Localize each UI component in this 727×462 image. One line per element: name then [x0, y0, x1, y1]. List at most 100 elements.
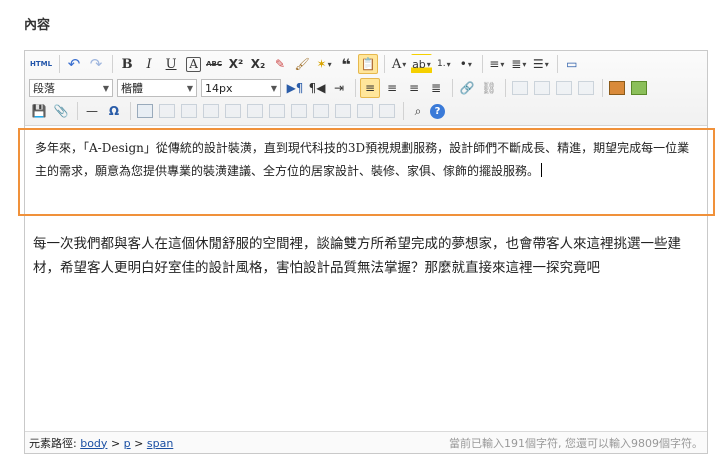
- split-cells-icon[interactable]: [333, 101, 353, 121]
- underline-button[interactable]: U: [161, 54, 181, 74]
- image-right-icon[interactable]: [554, 78, 574, 98]
- table-glyph: [379, 104, 395, 118]
- merge-cells-icon[interactable]: [267, 101, 287, 121]
- insert-image-icon[interactable]: [607, 78, 627, 98]
- insert-col-icon[interactable]: [223, 101, 243, 121]
- toolbar-separator: [481, 55, 483, 73]
- format-brush-icon[interactable]: 🖌: [292, 54, 312, 74]
- paragraph-spacing-top-icon[interactable]: ≡: [487, 54, 507, 74]
- content-paragraph-1[interactable]: 多年來，「A-Design」從傳統的設計裝潢，直到現代科技的3D預視規劃服務，設…: [35, 137, 699, 183]
- horizontal-rule-icon[interactable]: —: [82, 101, 102, 121]
- toolbar-separator: [384, 55, 386, 73]
- font-family-value: 楷體: [121, 82, 143, 95]
- split-rows-icon[interactable]: [355, 101, 375, 121]
- editor-toolbar: HTML ↶ ↷ B I U A ABC X² X₂ ✎ 🖌 ✶ ❝ 📋 A a…: [25, 51, 707, 126]
- image-center-glyph: [578, 81, 594, 95]
- toolbar-separator: [602, 79, 603, 97]
- delete-row-icon[interactable]: [201, 101, 221, 121]
- chevron-down-icon: ▼: [270, 83, 277, 93]
- paragraph-format-value: 段落: [33, 82, 55, 95]
- special-chars-button[interactable]: Ω: [104, 101, 124, 121]
- multi-image-glyph: [631, 81, 647, 95]
- italic-button[interactable]: I: [139, 54, 159, 74]
- forecolor-button[interactable]: A: [389, 54, 409, 74]
- insert-table-icon[interactable]: [135, 101, 155, 121]
- element-path-label: 元素路徑:: [29, 436, 77, 450]
- image-none-icon[interactable]: [510, 78, 530, 98]
- image-left-glyph: [534, 81, 550, 95]
- delete-table-icon[interactable]: [157, 101, 177, 121]
- content-paragraph-2[interactable]: 每一次我們都與客人在這個休閒舒服的空間裡，談論雙方所希望完成的夢想家，也會帶客人…: [33, 232, 701, 280]
- merge-down-icon[interactable]: [311, 101, 331, 121]
- path-separator: >: [134, 436, 144, 450]
- align-center-icon[interactable]: ≡: [382, 78, 402, 98]
- image-none-glyph: [512, 81, 528, 95]
- align-left-icon[interactable]: ≡: [360, 78, 380, 98]
- paste-plain-icon[interactable]: 📋: [358, 54, 379, 74]
- image-left-icon[interactable]: [532, 78, 552, 98]
- superscript-button[interactable]: X²: [226, 54, 246, 74]
- toolbar-row-3: 💾 📎 — Ω ⌕ ?: [29, 100, 447, 122]
- toolbar-separator: [112, 55, 114, 73]
- undo-icon[interactable]: ↶: [64, 54, 84, 74]
- multi-image-icon[interactable]: [629, 78, 649, 98]
- toolbar-row-2: 段落 ▼ 楷體 ▼ 14px ▼ ▶¶ ¶◀ ⇥ ≡ ≡ ≡ ≣ 🔗 ⛓: [29, 77, 651, 99]
- bold-button[interactable]: B: [117, 54, 137, 74]
- chevron-down-icon: ▼: [102, 83, 109, 93]
- font-size-select[interactable]: 14px ▼: [201, 79, 281, 97]
- fullscreen-icon[interactable]: ▭: [562, 54, 582, 74]
- align-justify-icon[interactable]: ≣: [426, 78, 446, 98]
- paragraph-spacing-bottom-icon[interactable]: ≣: [509, 54, 529, 74]
- backcolor-button[interactable]: ab: [411, 54, 432, 74]
- table-glyph: [291, 104, 307, 118]
- text-caret: [541, 163, 543, 177]
- ordered-list-button[interactable]: 1.: [434, 54, 454, 74]
- help-icon[interactable]: ?: [430, 103, 445, 119]
- paragraph-format-select[interactable]: 段落 ▼: [29, 79, 113, 97]
- line-height-icon[interactable]: ☰: [531, 54, 551, 74]
- subscript-button[interactable]: X₂: [248, 54, 268, 74]
- table-glyph: [247, 104, 263, 118]
- link-icon[interactable]: 🔗: [457, 78, 477, 98]
- font-border-button[interactable]: A: [186, 56, 202, 72]
- toolbar-row-1: HTML ↶ ↷ B I U A ABC X² X₂ ✎ 🖌 ✶ ❝ 📋 A a…: [29, 53, 584, 75]
- attachment-icon[interactable]: 📎: [51, 101, 71, 121]
- blockquote-button[interactable]: ❝: [336, 54, 356, 74]
- toolbar-separator: [130, 102, 131, 120]
- insert-row-icon[interactable]: [179, 101, 199, 121]
- path-separator: >: [110, 436, 121, 450]
- image-center-icon[interactable]: [576, 78, 596, 98]
- split-cols-icon[interactable]: [377, 101, 397, 121]
- font-family-select[interactable]: 楷體 ▼: [117, 79, 197, 97]
- ltr-direction-icon[interactable]: ▶¶: [285, 78, 305, 98]
- editor-content-area[interactable]: 多年來，「A-Design」從傳統的設計裝潢，直到現代科技的3D預視規劃服務，設…: [18, 126, 715, 426]
- element-path: 元素路徑: body > p > span: [29, 435, 173, 451]
- search-replace-icon[interactable]: ⌕: [408, 101, 428, 121]
- strikethrough-button[interactable]: ABC: [204, 54, 224, 74]
- chevron-down-icon: ▼: [186, 83, 193, 93]
- toolbar-separator: [452, 79, 453, 97]
- font-size-value: 14px: [205, 81, 233, 95]
- section-title: 內容: [24, 18, 51, 33]
- path-link-body[interactable]: body: [80, 437, 107, 450]
- redo-icon[interactable]: ↷: [86, 54, 106, 74]
- align-right-icon[interactable]: ≡: [404, 78, 424, 98]
- toolbar-separator: [556, 55, 558, 73]
- indent-icon[interactable]: ⇥: [329, 78, 349, 98]
- rtl-direction-icon[interactable]: ¶◀: [307, 78, 327, 98]
- eraser-icon[interactable]: ✎: [270, 54, 290, 74]
- bullet-list-button[interactable]: •: [456, 54, 476, 74]
- table-glyph: [313, 104, 329, 118]
- html-source-button[interactable]: HTML: [29, 54, 53, 74]
- auto-typeset-icon[interactable]: ✶: [314, 54, 334, 74]
- path-link-span[interactable]: span: [147, 437, 173, 450]
- merge-right-icon[interactable]: [289, 101, 309, 121]
- path-link-p[interactable]: p: [124, 437, 131, 450]
- save-icon[interactable]: 💾: [29, 101, 49, 121]
- table-glyph: [269, 104, 285, 118]
- delete-col-icon[interactable]: [245, 101, 265, 121]
- rich-text-editor[interactable]: HTML ↶ ↷ B I U A ABC X² X₂ ✎ 🖌 ✶ ❝ 📋 A a…: [18, 50, 715, 454]
- insert-image-glyph: [609, 81, 625, 95]
- unlink-icon[interactable]: ⛓: [479, 78, 499, 98]
- editor-statusbar: 元素路徑: body > p > span 當前已輸入191個字符, 您還可以輸…: [25, 431, 707, 453]
